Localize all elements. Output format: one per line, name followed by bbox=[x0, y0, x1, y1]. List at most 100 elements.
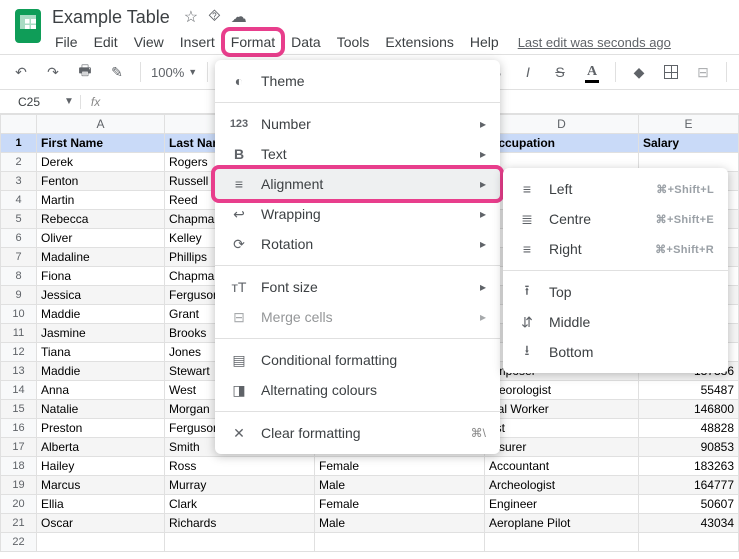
menu-merge-cells[interactable]: ⊟Merge cells▸ bbox=[215, 302, 500, 332]
row-header[interactable]: 15 bbox=[1, 400, 37, 419]
document-title[interactable]: Example Table bbox=[48, 6, 174, 29]
align-right[interactable]: ≡Right⌘+Shift+R bbox=[503, 234, 728, 264]
cell[interactable]: 50607 bbox=[639, 495, 739, 514]
menu-tools[interactable]: Tools bbox=[330, 30, 377, 54]
cell[interactable]: 55487 bbox=[639, 381, 739, 400]
cell[interactable]: Maddie bbox=[37, 362, 165, 381]
cell[interactable]: Jasmine bbox=[37, 324, 165, 343]
menu-extensions[interactable]: Extensions bbox=[378, 30, 460, 54]
name-box-dropdown-icon[interactable]: ▼ bbox=[58, 96, 80, 107]
cell[interactable]: Archeologist bbox=[485, 476, 639, 495]
align-bottom[interactable]: ⭳Bottom bbox=[503, 337, 728, 367]
cell[interactable]: cial Worker bbox=[485, 400, 639, 419]
star-icon[interactable]: ☆ bbox=[184, 7, 198, 27]
align-top[interactable]: ⭱Top bbox=[503, 277, 728, 307]
row-header[interactable]: 6 bbox=[1, 229, 37, 248]
last-edit-link[interactable]: Last edit was seconds ago bbox=[518, 35, 671, 50]
cell[interactable]: Jessica bbox=[37, 286, 165, 305]
row-header[interactable]: 2 bbox=[1, 153, 37, 172]
cell[interactable]: Male bbox=[315, 514, 485, 533]
row-header[interactable]: 22 bbox=[1, 533, 37, 552]
redo-button[interactable]: ↷ bbox=[40, 59, 66, 85]
row-header[interactable]: 1 bbox=[1, 134, 37, 153]
strike-button[interactable]: S bbox=[547, 59, 573, 85]
align-middle[interactable]: ⇵Middle bbox=[503, 307, 728, 337]
cell[interactable]: Occupation bbox=[485, 134, 639, 153]
menu-number[interactable]: 123Number▸ bbox=[215, 109, 500, 139]
cell[interactable]: 183263 bbox=[639, 457, 739, 476]
row-header[interactable]: 21 bbox=[1, 514, 37, 533]
row-header[interactable]: 14 bbox=[1, 381, 37, 400]
cell[interactable]: Oscar bbox=[37, 514, 165, 533]
menu-theme[interactable]: ◐Theme bbox=[215, 66, 500, 96]
row-header[interactable]: 10 bbox=[1, 305, 37, 324]
cell[interactable]: Clark bbox=[165, 495, 315, 514]
cell[interactable]: Female bbox=[315, 457, 485, 476]
cell[interactable]: Female bbox=[315, 495, 485, 514]
paint-format-button[interactable]: ✎ bbox=[104, 59, 130, 85]
cell[interactable]: Maddie bbox=[37, 305, 165, 324]
row-header[interactable]: 9 bbox=[1, 286, 37, 305]
merge-button[interactable]: ⊟ bbox=[690, 59, 716, 85]
cell[interactable]: Marcus bbox=[37, 476, 165, 495]
menu-format[interactable]: Format bbox=[224, 30, 282, 54]
cell[interactable]: Natalie bbox=[37, 400, 165, 419]
cell[interactable]: Ellia bbox=[37, 495, 165, 514]
align-centre[interactable]: ≣Centre⌘+Shift+E bbox=[503, 204, 728, 234]
cell[interactable]: Male bbox=[315, 476, 485, 495]
cell[interactable]: rist bbox=[485, 419, 639, 438]
cell[interactable]: Fiona bbox=[37, 267, 165, 286]
fill-color-button[interactable]: ◆ bbox=[626, 59, 652, 85]
menu-file[interactable]: File bbox=[48, 30, 85, 54]
print-button[interactable]: 🖶 bbox=[72, 59, 98, 85]
row-header[interactable]: 11 bbox=[1, 324, 37, 343]
italic-button[interactable]: I bbox=[515, 59, 541, 85]
cell[interactable]: Ross bbox=[165, 457, 315, 476]
row-header[interactable]: 4 bbox=[1, 191, 37, 210]
menu-wrapping[interactable]: ↩Wrapping▸ bbox=[215, 199, 500, 229]
cell[interactable]: Tiana bbox=[37, 343, 165, 362]
cell[interactable]: eteorologist bbox=[485, 381, 639, 400]
undo-button[interactable]: ↶ bbox=[8, 59, 34, 85]
row-header[interactable]: 12 bbox=[1, 343, 37, 362]
text-color-button[interactable]: A bbox=[579, 59, 605, 85]
cell[interactable]: 164777 bbox=[639, 476, 739, 495]
row-header[interactable]: 19 bbox=[1, 476, 37, 495]
cell[interactable]: 48828 bbox=[639, 419, 739, 438]
menu-rotation[interactable]: ⟳Rotation▸ bbox=[215, 229, 500, 259]
cell[interactable]: Insurer bbox=[485, 438, 639, 457]
menu-conditional-formatting[interactable]: ▤Conditional formatting bbox=[215, 345, 500, 375]
cell[interactable]: 43034 bbox=[639, 514, 739, 533]
cell[interactable]: Murray bbox=[165, 476, 315, 495]
cell[interactable]: Salary bbox=[639, 134, 739, 153]
row-header[interactable]: 7 bbox=[1, 248, 37, 267]
menu-font-size[interactable]: тTFont size▸ bbox=[215, 272, 500, 302]
zoom-select[interactable]: 100%▼ bbox=[151, 65, 197, 80]
row-header[interactable]: 18 bbox=[1, 457, 37, 476]
row-header[interactable]: 5 bbox=[1, 210, 37, 229]
col-header-d[interactable]: D bbox=[485, 115, 639, 134]
menu-text[interactable]: BText▸ bbox=[215, 139, 500, 169]
row-header[interactable]: 8 bbox=[1, 267, 37, 286]
select-all-cell[interactable] bbox=[1, 115, 37, 134]
cell[interactable]: First Name bbox=[37, 134, 165, 153]
row-header[interactable]: 13 bbox=[1, 362, 37, 381]
row-header[interactable]: 3 bbox=[1, 172, 37, 191]
menu-alignment[interactable]: ≡Alignment▸ bbox=[215, 169, 500, 199]
cell[interactable]: Hailey bbox=[37, 457, 165, 476]
cloud-icon[interactable]: ☁ bbox=[231, 7, 247, 27]
cell[interactable]: Madaline bbox=[37, 248, 165, 267]
menu-help[interactable]: Help bbox=[463, 30, 506, 54]
cell[interactable]: Aeroplane Pilot bbox=[485, 514, 639, 533]
row-header[interactable]: 17 bbox=[1, 438, 37, 457]
menu-alternating-colours[interactable]: ◨Alternating colours bbox=[215, 375, 500, 405]
sheets-logo[interactable] bbox=[8, 6, 48, 46]
menu-data[interactable]: Data bbox=[284, 30, 328, 54]
menu-clear-formatting[interactable]: ✕Clear formatting⌘\ bbox=[215, 418, 500, 448]
cell[interactable]: Engineer bbox=[485, 495, 639, 514]
name-box[interactable]: C25 bbox=[0, 95, 58, 109]
row-header[interactable]: 16 bbox=[1, 419, 37, 438]
menu-insert[interactable]: Insert bbox=[173, 30, 222, 54]
cell[interactable]: Preston bbox=[37, 419, 165, 438]
borders-button[interactable] bbox=[658, 59, 684, 85]
